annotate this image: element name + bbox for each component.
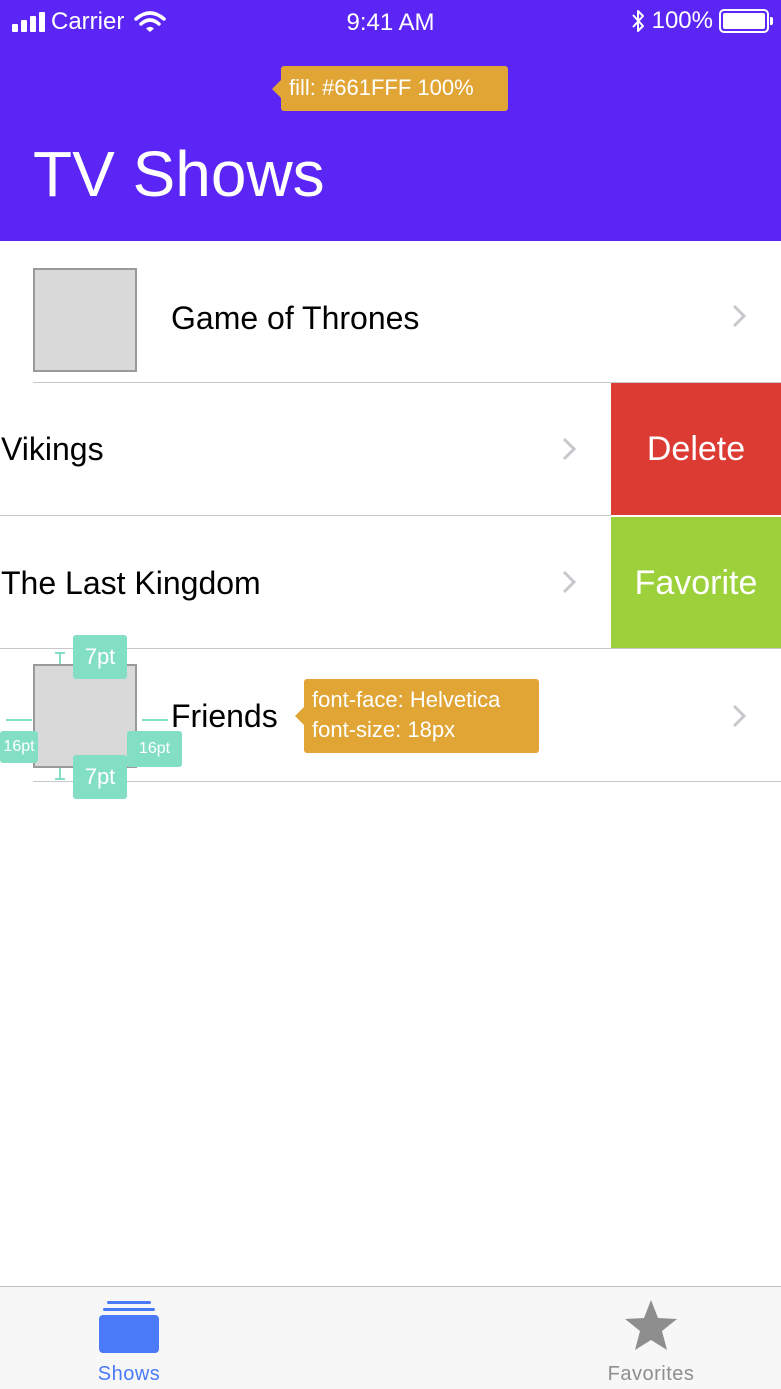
tab-label: Shows <box>97 1363 161 1385</box>
font-size-annotation: font-size: 18px <box>312 717 456 742</box>
spacing-label-left: 16pt <box>0 731 38 763</box>
spacing-label-right: 16pt <box>127 731 182 767</box>
bluetooth-icon <box>631 10 644 32</box>
page-title: TV Shows <box>33 138 325 210</box>
chevron-right-icon <box>562 437 576 461</box>
delete-button[interactable]: Delete <box>611 383 781 515</box>
favorite-button[interactable]: Favorite <box>611 517 781 649</box>
tab-label: Favorites <box>607 1363 695 1385</box>
list-item[interactable]: Game of Thrones <box>0 250 781 383</box>
tab-bar: Shows Favorites <box>0 1286 781 1389</box>
show-title: The Last Kingdom <box>1 565 261 601</box>
list-item[interactable]: The Last Kingdom <box>0 516 611 649</box>
status-right: 100% <box>630 7 773 35</box>
font-annotation: font-face: Helvetica font-size: 18px <box>295 679 539 753</box>
font-face-annotation: font-face: Helvetica <box>312 687 501 712</box>
spacing-indicator-left <box>6 719 32 721</box>
spacing-indicator-right <box>142 719 168 721</box>
spacing-indicator-top-cap <box>55 652 65 654</box>
show-thumbnail <box>33 268 137 372</box>
chevron-right-icon <box>732 304 746 328</box>
show-title: Vikings <box>1 431 104 467</box>
list-item[interactable]: Vikings <box>0 383 611 516</box>
status-bar: Carrier 9:41 AM 100% <box>0 0 781 48</box>
spacing-label-bottom: 7pt <box>73 755 127 799</box>
tab-favorites[interactable]: Favorites <box>551 1287 751 1389</box>
show-title: Game of Thrones <box>171 300 420 336</box>
row-separator <box>33 781 781 782</box>
chevron-right-icon <box>732 704 746 728</box>
fill-color-annotation: fill: #661FFF 100% <box>272 66 508 111</box>
spacing-indicator-bottom-cap <box>55 778 65 780</box>
battery-icon <box>719 9 773 33</box>
navigation-header: Carrier 9:41 AM 100% fill: #661FFF 100% … <box>0 0 781 241</box>
chevron-right-icon <box>562 570 576 594</box>
stack-icon <box>99 1301 159 1353</box>
battery-percent: 100% <box>651 7 713 34</box>
star-icon <box>625 1300 677 1350</box>
tab-shows[interactable]: Shows <box>29 1287 229 1389</box>
show-thumbnail <box>33 664 137 768</box>
spacing-label-top: 7pt <box>73 635 127 679</box>
show-title: Friends <box>171 698 278 734</box>
